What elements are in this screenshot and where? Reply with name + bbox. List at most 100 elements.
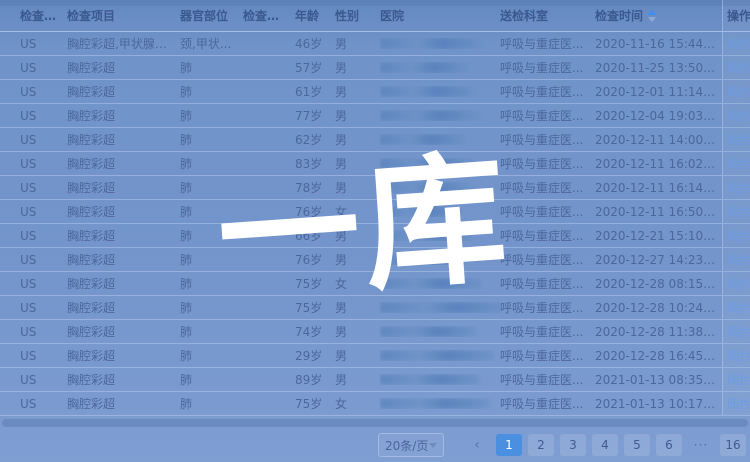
hospital-redaction-blur: [380, 62, 470, 73]
hospital-redaction-blur: [380, 374, 480, 385]
cell-age: 89岁: [295, 371, 335, 388]
cell-organ: 肺: [180, 371, 243, 388]
view-film-link[interactable]: 阅片: [727, 323, 750, 340]
hospital-redaction-blur: [380, 86, 476, 97]
view-film-link[interactable]: 阅片: [727, 155, 750, 172]
hospital-redaction-blur: [380, 158, 475, 169]
cell-exam-item: 胸腔彩超: [67, 179, 180, 196]
table-row: US 胸腔彩超 肺 77岁 男 呼吸与重症医... 2020-12-04 19:…: [0, 104, 750, 128]
cell-organ: 肺: [180, 83, 243, 100]
cell-exam-item: 胸腔彩超: [67, 299, 180, 316]
view-film-link[interactable]: 阅片: [727, 107, 750, 124]
horizontal-scrollbar[interactable]: [2, 419, 748, 427]
sort-caret-up-icon[interactable]: [648, 10, 656, 15]
cell-exam-item: 胸腔彩超: [67, 275, 180, 292]
page-button-2[interactable]: 2: [528, 434, 554, 456]
sort-carets[interactable]: [648, 10, 656, 22]
page-buttons: 123456 ··· 16: [496, 434, 746, 456]
cell-hospital-redacted: [380, 326, 500, 337]
cell-organ: 肺: [180, 179, 243, 196]
chevron-down-icon: [429, 443, 437, 448]
hospital-redaction-blur: [380, 182, 472, 193]
view-film-link[interactable]: 阅片: [727, 83, 750, 100]
table-row: US 胸腔彩超 肺 83岁 男 呼吸与重症医... 2020-12-11 16:…: [0, 152, 750, 176]
cell-exam-time: 2020-12-21 15:10:33: [595, 229, 722, 243]
hospital-redaction-blur: [380, 254, 468, 265]
page-button-1[interactable]: 1: [496, 434, 522, 456]
page-button-16[interactable]: 16: [720, 434, 746, 456]
cell-gender: 男: [335, 371, 380, 388]
view-film-link[interactable]: 阅片: [727, 251, 750, 268]
cell-exam-time: 2020-12-28 08:15:51: [595, 277, 722, 291]
cell-exam-item: 胸腔彩超: [67, 323, 180, 340]
cell-exam-type: US: [20, 277, 67, 291]
view-film-link[interactable]: 阅片: [727, 131, 750, 148]
cell-hospital-redacted: [380, 254, 500, 265]
column-header-method: 检查方法: [243, 7, 295, 24]
cell-organ: 肺: [180, 347, 243, 364]
cell-exam-item: 胸腔彩超: [67, 131, 180, 148]
view-film-link[interactable]: 阅片: [727, 203, 750, 220]
cell-age: 75岁: [295, 299, 335, 316]
view-film-link[interactable]: 阅片: [727, 371, 750, 388]
cell-exam-type: US: [20, 133, 67, 147]
table-row: US 胸腔彩超 肺 75岁 男 呼吸与重症医... 2020-12-28 10:…: [0, 296, 750, 320]
table-row: US 胸腔彩超 肺 75岁 女 呼吸与重症医... 2021-01-13 10:…: [0, 392, 750, 416]
cell-age: 75岁: [295, 275, 335, 292]
cell-exam-time: 2020-12-28 16:45:18: [595, 349, 722, 363]
cell-gender: 男: [335, 299, 380, 316]
view-film-link[interactable]: 阅片: [727, 35, 750, 52]
cell-organ: 颈,甲状...: [180, 35, 243, 52]
prev-page-button[interactable]: ‹: [464, 434, 490, 456]
cell-gender: 女: [335, 275, 380, 292]
cell-organ: 肺: [180, 299, 243, 316]
view-film-link[interactable]: 阅片: [727, 59, 750, 76]
sort-caret-down-icon[interactable]: [648, 17, 656, 22]
table-row: US 胸腔彩超 肺 29岁 男 呼吸与重症医... 2020-12-28 16:…: [0, 344, 750, 368]
cell-hospital-redacted: [380, 182, 500, 193]
view-film-link[interactable]: 阅片: [727, 227, 750, 244]
view-film-link[interactable]: 阅片: [727, 347, 750, 364]
cell-department: 呼吸与重症医...: [500, 155, 595, 172]
cell-organ: 肺: [180, 395, 243, 412]
page-button-5[interactable]: 5: [624, 434, 650, 456]
page-size-label: 20条/页: [385, 437, 428, 454]
view-film-link[interactable]: 阅片: [727, 275, 750, 292]
cell-gender: 男: [335, 227, 380, 244]
table-row: US 胸腔彩超 肺 76岁 男 呼吸与重症医... 2020-12-27 14:…: [0, 248, 750, 272]
cell-exam-item: 胸腔彩超: [67, 107, 180, 124]
page-button-4[interactable]: 4: [592, 434, 618, 456]
view-film-link[interactable]: 阅片: [727, 395, 750, 412]
cell-exam-type: US: [20, 157, 67, 171]
cell-exam-type: US: [20, 397, 67, 411]
page-button-3[interactable]: 3: [560, 434, 586, 456]
cell-exam-item: 胸腔彩超: [67, 395, 180, 412]
cell-hospital-redacted: [380, 134, 500, 145]
cell-exam-time: 2020-12-11 16:50:25: [595, 205, 722, 219]
page-ellipsis-button[interactable]: ···: [688, 434, 714, 456]
view-film-link[interactable]: 阅片: [727, 299, 750, 316]
cell-exam-time: 2021-01-13 10:17:16: [595, 397, 722, 411]
cell-exam-type: US: [20, 253, 67, 267]
cell-department: 呼吸与重症医...: [500, 35, 595, 52]
pagination: 20条/页 ‹ 123456 ··· 16: [378, 432, 746, 458]
page-size-select[interactable]: 20条/页: [378, 433, 444, 457]
cell-exam-item: 胸腔彩超: [67, 371, 180, 388]
cell-exam-time: 2021-01-13 08:35:05: [595, 373, 722, 387]
cell-exam-type: US: [20, 301, 67, 315]
cell-organ: 肺: [180, 227, 243, 244]
hospital-redaction-blur: [380, 110, 480, 121]
view-film-link[interactable]: 阅片: [727, 179, 750, 196]
cell-department: 呼吸与重症医...: [500, 179, 595, 196]
cell-exam-item: 胸腔彩超,甲状腺彩超: [67, 35, 180, 52]
cell-age: 61岁: [295, 83, 335, 100]
page-button-6[interactable]: 6: [656, 434, 682, 456]
cell-organ: 肺: [180, 107, 243, 124]
cell-organ: 肺: [180, 251, 243, 268]
column-header-actions: 操作: [722, 0, 750, 31]
cell-exam-type: US: [20, 349, 67, 363]
cell-exam-type: US: [20, 37, 67, 51]
column-header-exam-time[interactable]: 检查时间: [595, 7, 722, 24]
cell-gender: 男: [335, 107, 380, 124]
cell-exam-time: 2020-11-16 15:44:49: [595, 37, 722, 51]
